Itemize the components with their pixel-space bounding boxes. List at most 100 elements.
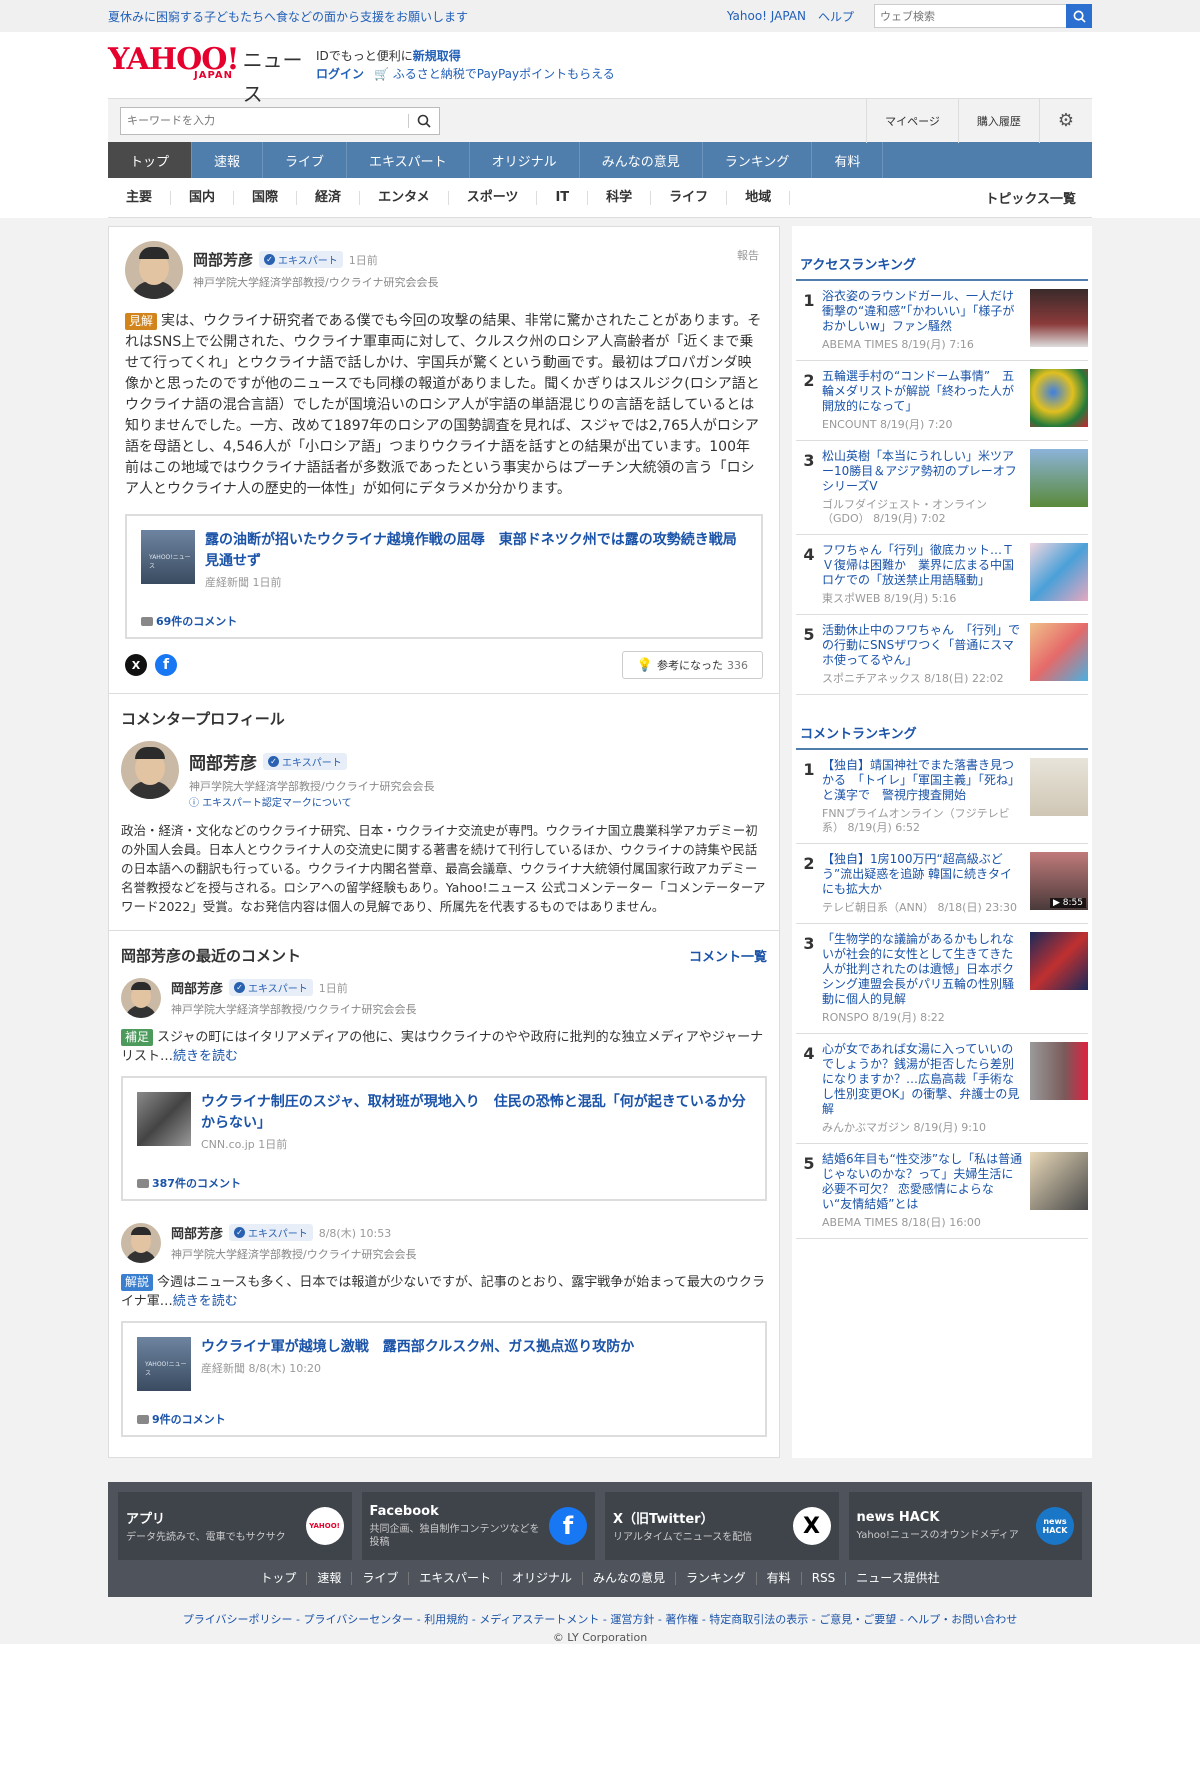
ranking-thumbnail — [1030, 758, 1088, 816]
furusato-link[interactable]: 🛒 ふるさと納税でPayPayポイントもらえる — [374, 65, 615, 83]
author-name[interactable]: 岡部芳彦 — [193, 249, 253, 270]
footer-link-rss[interactable]: RSS — [802, 1572, 847, 1585]
tab-expert[interactable]: エキスパート — [347, 142, 470, 178]
category-entertainment[interactable]: エンタメ — [360, 190, 449, 205]
topics-list-link[interactable]: トピックス一覧 — [985, 188, 1092, 207]
ranking-title[interactable]: 「生物学的な議論があるかもしれないが社会的に女性として生きてきた人が批判されたの… — [822, 932, 1024, 1007]
footer-link-paid[interactable]: 有料 — [757, 1572, 802, 1585]
settings-button[interactable]: ⚙ — [1038, 98, 1092, 143]
footer-newshack-card[interactable]: news HACK Yahoo!ニュースのオウンドメディア news HACK — [848, 1492, 1082, 1560]
tab-opinions[interactable]: みんなの意見 — [580, 142, 703, 178]
keyword-input[interactable] — [121, 107, 408, 134]
login-link[interactable]: ログイン — [316, 65, 364, 83]
ranking-item[interactable]: 1 【独自】靖国神社でまた落書き見つかる 「トイレ」「軍国主義」「死ね」と漢字で… — [796, 750, 1088, 844]
category-local[interactable]: 地域 — [727, 190, 791, 205]
author-name[interactable]: 岡部芳彦 — [171, 978, 223, 997]
web-search-button[interactable] — [1066, 4, 1092, 28]
footer-app-card[interactable]: アプリ データ先読みで、電車でもサクサク YAHOO! — [118, 1492, 352, 1560]
ranking-title[interactable]: 松山英樹「本当にうれしい」米ツアー10勝目＆アジア勢初のプレーオフシリーズV — [822, 449, 1024, 494]
web-search-input[interactable] — [874, 4, 1066, 28]
category-main[interactable]: 主要 — [108, 190, 172, 205]
footer-link-live[interactable]: ライブ — [352, 1572, 410, 1585]
avatar[interactable] — [121, 741, 179, 799]
avatar[interactable] — [125, 241, 183, 299]
article-title[interactable]: ウクライナ制圧のスジャ、取材班が現地入り 住民の恐怖と混乱「何が起きているか分か… — [201, 1092, 751, 1134]
article-title[interactable]: ウクライナ軍が越境し激戦 露西部クルスク州、ガス拠点巡り攻防か — [201, 1337, 634, 1358]
legal-links[interactable]: プライバシーポリシー - プライバシーセンター - 利用規約 - メディアステー… — [0, 1597, 1200, 1631]
signup-link[interactable]: 新規取得 — [413, 49, 461, 63]
footer-link-top[interactable]: トップ — [250, 1572, 308, 1585]
footer-link-expert[interactable]: エキスパート — [409, 1572, 502, 1585]
ranking-title[interactable]: 活動休止中のフワちゃん 「行列」での行動にSNSザワつく「普通にスマホ使ってるや… — [822, 623, 1024, 668]
read-more-link[interactable]: 続きを読む — [173, 1294, 238, 1309]
related-article-card[interactable]: YAHOO!ニュース 露の油断が招いたウクライナ越境作戦の屈辱 東部ドネツク州で… — [125, 514, 763, 639]
site-footer: アプリ データ先読みで、電車でもサクサク YAHOO! Facebook 共同企画、… — [108, 1482, 1092, 1597]
ranking-item[interactable]: 2 【独自】1房100万円“超高級ぶどう”流出疑惑を追跡 韓国に続きタイにも拡大… — [796, 844, 1088, 924]
help-link[interactable]: ヘルプ — [818, 8, 854, 25]
footer-link-original[interactable]: オリジナル — [502, 1572, 584, 1585]
yahoo-japan-link[interactable]: Yahoo! JAPAN — [727, 9, 806, 23]
facebook-share-icon[interactable]: f — [155, 654, 177, 676]
ranking-title[interactable]: 【独自】靖国神社でまた落書き見つかる 「トイレ」「軍国主義」「死ね」と漢字で 警… — [822, 758, 1024, 803]
comment-count-link[interactable]: 387件のコメント — [137, 1175, 751, 1191]
mypage-link[interactable]: マイページ — [866, 98, 958, 143]
category-domestic[interactable]: 国内 — [171, 190, 235, 205]
ranking-thumbnail — [1030, 1042, 1088, 1100]
related-article-card[interactable]: YAHOO!ニュース ウクライナ軍が越境し激戦 露西部クルスク州、ガス拠点巡り攻… — [121, 1321, 767, 1437]
ranking-item[interactable]: 5 結婚6年目も“性交渉”なし「私は普通じゃないのかな？って」夫婦生活に必要不可… — [796, 1144, 1088, 1239]
report-link[interactable]: 報告 — [737, 247, 759, 263]
ranking-title[interactable]: 【独自】1房100万円“超高級ぶどう”流出疑惑を追跡 韓国に続きタイにも拡大か — [822, 852, 1024, 897]
promo-link[interactable]: 夏休みに困窮する子どもたちへ食などの面から支援をお願いします — [108, 8, 727, 25]
tab-breaking[interactable]: 速報 — [192, 142, 264, 178]
related-article-card[interactable]: ウクライナ制圧のスジャ、取材班が現地入り 住民の恐怖と混乱「何が起きているか分か… — [121, 1076, 767, 1201]
footer-link-breaking[interactable]: 速報 — [307, 1572, 353, 1585]
keyword-search-button[interactable] — [409, 114, 439, 128]
footer-facebook-card[interactable]: Facebook 共同企画、独自制作コンテンツなどを投稿 f — [361, 1492, 595, 1560]
expert-badge-label: エキスパート — [278, 256, 338, 267]
comment-count-link[interactable]: 69件のコメント — [141, 613, 747, 629]
category-it[interactable]: IT — [537, 190, 589, 205]
footer-link-providers[interactable]: ニュース提供社 — [846, 1572, 949, 1585]
ranking-title[interactable]: 浴衣姿のラウンドガール、一人だけ衝撃の“違和感”「かわいい」「様子がおかしいw」… — [822, 289, 1024, 334]
ranking-item[interactable]: 1 浴衣姿のラウンドガール、一人だけ衝撃の“違和感”「かわいい」「様子がおかしい… — [796, 281, 1088, 361]
category-sports[interactable]: スポーツ — [449, 190, 538, 205]
article-title[interactable]: 露の油断が招いたウクライナ越境作戦の屈辱 東部ドネツク州では露の攻勢続き戦局見通… — [205, 530, 747, 572]
tab-ranking[interactable]: ランキング — [703, 142, 813, 178]
check-icon: ✓ — [268, 756, 279, 767]
avatar[interactable] — [121, 1223, 161, 1263]
read-more-link[interactable]: 続きを読む — [173, 1049, 238, 1064]
footer-link-ranking[interactable]: ランキング — [676, 1572, 757, 1585]
comment-count-link[interactable]: 9件のコメント — [137, 1411, 751, 1427]
category-world[interactable]: 国際 — [234, 190, 298, 205]
profile-name[interactable]: 岡部芳彦 — [189, 749, 257, 774]
author-name[interactable]: 岡部芳彦 — [171, 1223, 223, 1242]
tab-original[interactable]: オリジナル — [470, 142, 580, 178]
ranking-title[interactable]: 五輪選手村の“コンドーム事情” 五輪メダリストが解説「終わった人が開放的になって… — [822, 369, 1024, 414]
ranking-item[interactable]: 4 フワちゃん「行列」徹底カット…ＴＶ復帰は困難か 業界に広まる中国ロケでの「放… — [796, 535, 1088, 615]
ranking-item[interactable]: 3 松山英樹「本当にうれしい」米ツアー10勝目＆アジア勢初のプレーオフシリーズV… — [796, 441, 1088, 535]
ranking-item[interactable]: 5 活動休止中のフワちゃん 「行列」での行動にSNSザワつく「普通にスマホ使って… — [796, 615, 1088, 695]
category-life[interactable]: ライフ — [651, 190, 728, 205]
useful-button[interactable]: 💡 参考になった 336 — [621, 651, 763, 679]
useful-label: 参考になった — [657, 659, 723, 672]
tab-live[interactable]: ライブ — [263, 142, 348, 178]
purchase-history-link[interactable]: 購入履歴 — [957, 98, 1039, 143]
ranking-item[interactable]: 3 「生物学的な議論があるかもしれないが社会的に女性として生きてきた人が批判され… — [796, 924, 1088, 1034]
x-share-icon[interactable]: X — [125, 654, 147, 676]
tab-paid[interactable]: 有料 — [812, 142, 884, 178]
footer-card-desc: Yahoo!ニュースのオウンドメディア — [856, 1530, 1019, 1541]
ranking-title[interactable]: 心が女であれば女湯に入っていいのでしょうか？銭湯が拒否したら差別になりますか？…… — [822, 1042, 1024, 1117]
comment-list-link[interactable]: コメント一覧 — [689, 946, 767, 965]
expert-mark-link[interactable]: ⓘ エキスパート認定マークについて — [189, 798, 352, 809]
ranking-item[interactable]: 4 心が女であれば女湯に入っていいのでしょうか？銭湯が拒否したら差別になりますか… — [796, 1034, 1088, 1144]
tab-top[interactable]: トップ — [108, 142, 193, 178]
footer-x-card[interactable]: X（旧Twitter） リアルタイムでニュースを配信 X — [605, 1492, 839, 1560]
avatar[interactable] — [121, 978, 161, 1018]
ranking-title[interactable]: 結婚6年目も“性交渉”なし「私は普通じゃないのかな？って」夫婦生活に必要不可欠？… — [822, 1152, 1024, 1212]
yahoo-news-logo[interactable]: YAHOO! JAPAN ニュース — [108, 43, 316, 107]
footer-link-opinions[interactable]: みんなの意見 — [583, 1572, 677, 1585]
category-science[interactable]: 科学 — [588, 190, 652, 205]
ranking-item[interactable]: 2 五輪選手村の“コンドーム事情” 五輪メダリストが解説「終わった人が開放的にな… — [796, 361, 1088, 441]
category-economy[interactable]: 経済 — [297, 190, 361, 205]
ranking-title[interactable]: フワちゃん「行列」徹底カット…ＴＶ復帰は困難か 業界に広まる中国ロケでの「放送禁… — [822, 543, 1024, 588]
